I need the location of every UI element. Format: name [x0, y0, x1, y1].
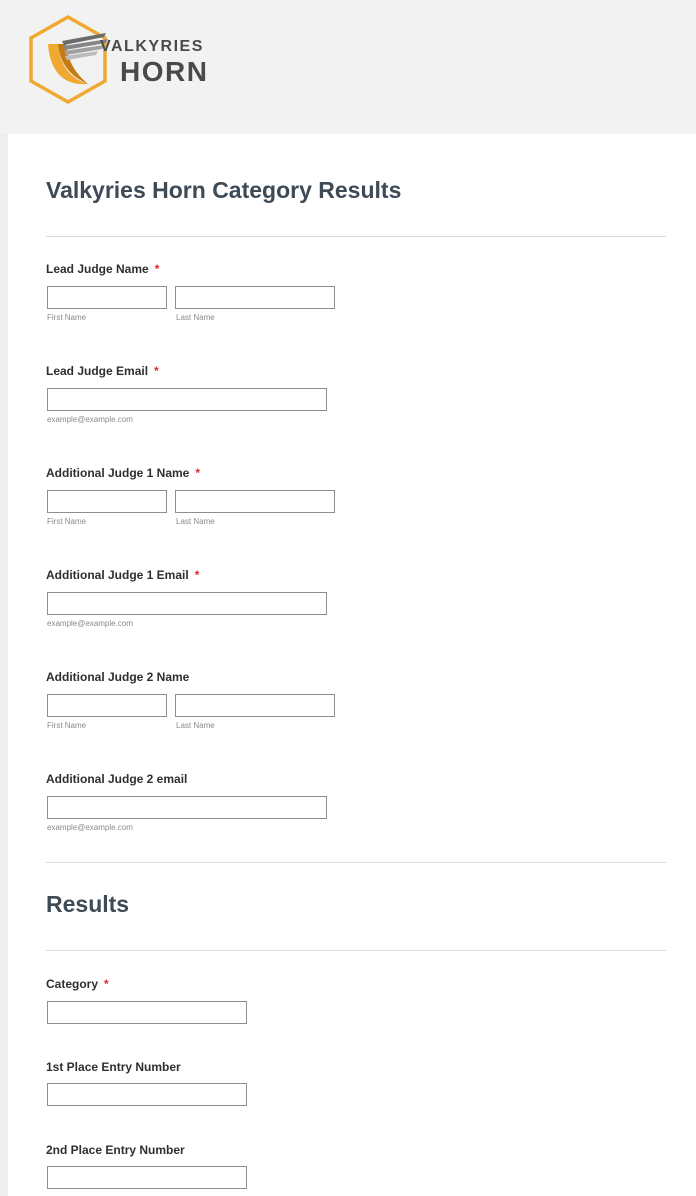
second-place-entry-label-text: 2nd Place Entry Number: [46, 1143, 185, 1157]
first-name-sublabel: First Name: [47, 721, 87, 730]
category-label-text: Category: [46, 977, 99, 991]
second-place-entry-label: 2nd Place Entry Number: [46, 1143, 185, 1157]
required-asterisk: *: [154, 364, 159, 378]
additional-judge-1-name-label-text: Additional Judge 1 Name: [46, 466, 190, 480]
required-asterisk: *: [104, 977, 109, 991]
category-input[interactable]: [47, 1001, 247, 1024]
additional-judge-2-name-label: Additional Judge 2 Name: [46, 670, 189, 684]
lead-judge-last-name-input[interactable]: [175, 286, 335, 309]
last-name-sublabel: Last Name: [176, 517, 215, 526]
section-divider: [46, 862, 666, 863]
lead-judge-name-label-text: Lead Judge Name: [46, 262, 149, 276]
additional-judge-1-email-label: Additional Judge 1 Email *: [46, 568, 199, 582]
form-header: VALKYRIES HORN: [0, 0, 696, 134]
first-place-entry-input[interactable]: [47, 1083, 247, 1106]
first-place-entry-label: 1st Place Entry Number: [46, 1060, 181, 1074]
required-asterisk: *: [194, 568, 200, 582]
additional-judge-1-first-name-input[interactable]: [47, 490, 167, 513]
last-name-sublabel: Last Name: [176, 313, 215, 322]
additional-judge-1-email-label-text: Additional Judge 1 Email: [46, 568, 189, 582]
results-divider: [46, 950, 666, 951]
additional-judge-2-first-name-input[interactable]: [47, 694, 167, 717]
additional-judge-1-last-name-input[interactable]: [175, 490, 335, 513]
email-example-sublabel: example@example.com: [47, 619, 133, 628]
page-left-border: [0, 0, 8, 1196]
form-page: VALKYRIES HORN Valkyries Horn Category R…: [0, 0, 696, 1196]
title-divider: [46, 236, 666, 237]
required-asterisk: *: [154, 262, 160, 276]
additional-judge-2-email-input[interactable]: [47, 796, 327, 819]
logo-text-valkyries: VALKYRIES: [100, 38, 204, 55]
email-example-sublabel: example@example.com: [47, 823, 133, 832]
additional-judge-2-last-name-input[interactable]: [175, 694, 335, 717]
last-name-sublabel: Last Name: [176, 721, 215, 730]
first-place-entry-label-text: 1st Place Entry Number: [46, 1060, 181, 1074]
form-title: Valkyries Horn Category Results: [46, 177, 402, 203]
valkyries-horn-logo: VALKYRIES HORN: [22, 14, 242, 106]
required-asterisk: *: [195, 466, 201, 480]
lead-judge-first-name-input[interactable]: [47, 286, 167, 309]
category-label: Category *: [46, 977, 109, 991]
email-example-sublabel: example@example.com: [47, 415, 133, 424]
second-place-entry-input[interactable]: [47, 1166, 247, 1189]
additional-judge-1-name-label: Additional Judge 1 Name *: [46, 466, 200, 480]
lead-judge-email-label-text: Lead Judge Email: [46, 364, 149, 378]
additional-judge-2-name-label-text: Additional Judge 2 Name: [46, 670, 190, 684]
lead-judge-email-input[interactable]: [47, 388, 327, 411]
lead-judge-name-label: Lead Judge Name *: [46, 262, 159, 276]
results-heading: Results: [46, 891, 130, 917]
first-name-sublabel: First Name: [47, 313, 87, 322]
lead-judge-email-label: Lead Judge Email *: [46, 364, 159, 378]
logo-text-horn: HORN: [120, 56, 209, 87]
additional-judge-2-email-label-text: Additional Judge 2 email: [46, 772, 188, 786]
additional-judge-1-email-input[interactable]: [47, 592, 327, 615]
additional-judge-2-email-label: Additional Judge 2 email: [46, 772, 187, 786]
first-name-sublabel: First Name: [47, 517, 87, 526]
hexagon-horn-icon: [29, 14, 108, 105]
